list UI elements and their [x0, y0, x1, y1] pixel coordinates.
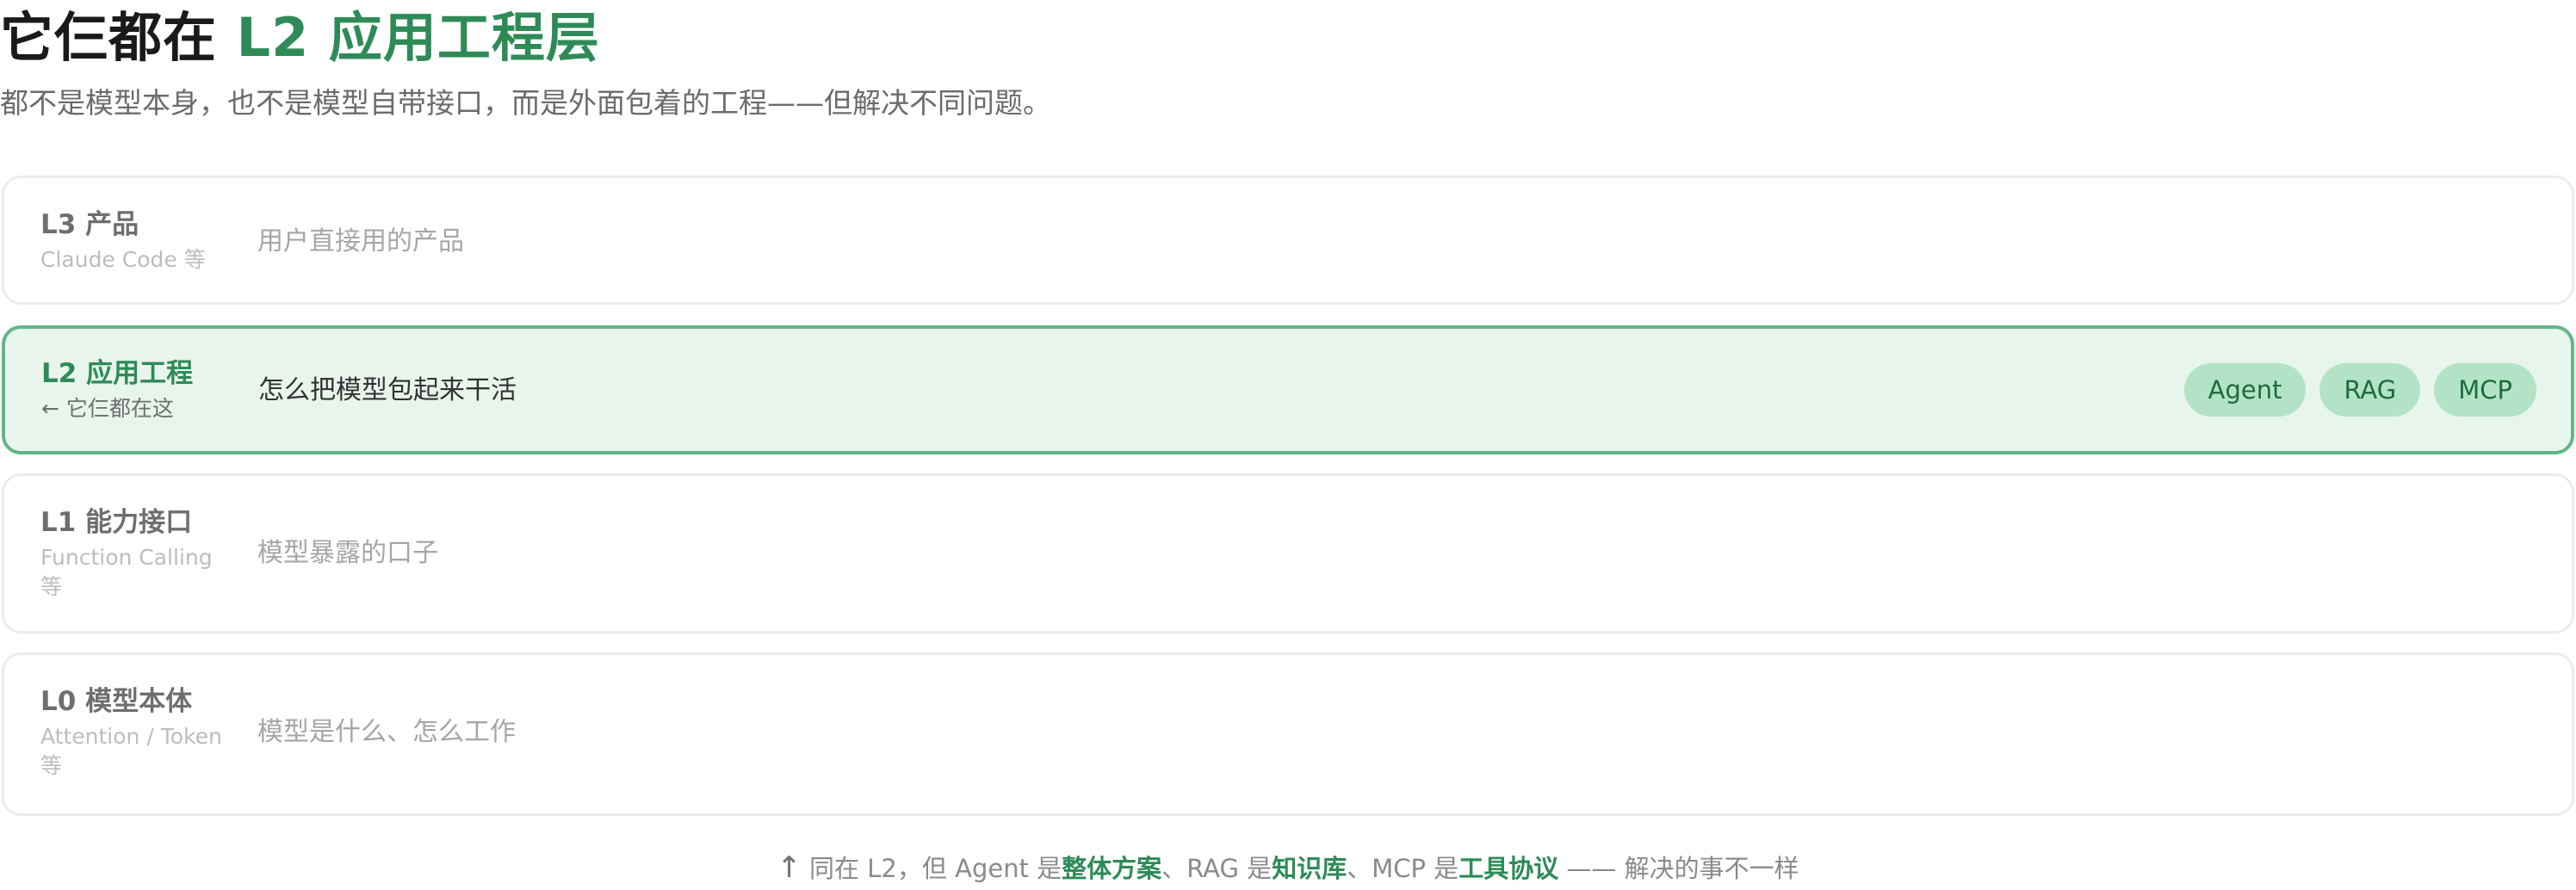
footer-highlight-rag: 知识库 [1272, 854, 1347, 883]
page-subtitle: 都不是模型本身，也不是模型自带接口，而是外面包着的工程——但解决不同问题。 [0, 86, 1051, 120]
layer-l2-name: L2 应用工程 [41, 358, 194, 389]
layer-l0-desc: 模型是什么、怎么工作 [257, 717, 516, 747]
layer-l2-desc: 怎么把模型包起来干活 [258, 375, 517, 405]
layer-l3-name: L3 产品 [40, 209, 139, 240]
layer-l3-desc: 用户直接用的产品 [257, 226, 464, 256]
footer-text-2: 、RAG 是 [1161, 854, 1273, 883]
layer-l3-note: Claude Code 等 [40, 247, 206, 272]
footer-text-4: —— 解决的事不一样 [1558, 854, 1799, 883]
layer-l1-desc: 模型暴露的口子 [257, 538, 438, 568]
layer-l2-note: ← 它仨都在这 [41, 396, 174, 421]
layer-l0-name: L0 模型本体 [40, 686, 193, 717]
footer-highlight-agent: 整体方案 [1062, 854, 1162, 883]
layer-l0-card: L0 模型本体 Attention / Token 等 模型是什么、怎么工作 [2, 652, 2574, 816]
layer-l1-name: L1 能力接口 [40, 507, 193, 538]
layer-l2-card: L2 应用工程 ← 它仨都在这 怎么把模型包起来干活 Agent RAG MCP [2, 325, 2574, 454]
layer-l3-head: L3 产品 Claude Code 等 [40, 207, 238, 275]
layer-l1-head: L1 能力接口 Function Calling 等 [40, 505, 238, 602]
arrow-up-icon: ↑ [777, 850, 802, 885]
layer-l1-note: Function Calling 等 [40, 545, 213, 599]
tag-agent[interactable]: Agent [2183, 363, 2307, 417]
layer-l0-note: Attention / Token 等 [40, 724, 222, 778]
layers-diagram-page: 它仨都在 L2 应用工程层 都不是模型本身，也不是模型自带接口，而是外面包着的工… [0, 0, 2576, 890]
tag-mcp[interactable]: MCP [2434, 363, 2536, 417]
title-prefix: 它仨都在 [0, 6, 237, 69]
title-accent: L2 应用工程层 [236, 6, 600, 69]
tag-rag[interactable]: RAG [2319, 363, 2421, 417]
layer-l3-card: L3 产品 Claude Code 等 用户直接用的产品 [2, 176, 2574, 305]
layer-l1-card: L1 能力接口 Function Calling 等 模型暴露的口子 [2, 473, 2574, 634]
layer-l2-tags: Agent RAG MCP [2183, 363, 2536, 417]
layer-l0-head: L0 模型本体 Attention / Token 等 [40, 684, 238, 781]
footer-text-3: 、MCP 是 [1347, 854, 1459, 883]
footer-highlight-mcp: 工具协议 [1458, 854, 1559, 883]
page-title: 它仨都在 L2 应用工程层 [0, 5, 600, 71]
footer-note: ↑ 同在 L2，但 Agent 是整体方案、RAG 是知识库、MCP 是工具协议… [0, 850, 2576, 886]
layer-l2-head: L2 应用工程 ← 它仨都在这 [41, 356, 239, 423]
footer-text-1: 同在 L2，但 Agent 是 [801, 854, 1062, 883]
